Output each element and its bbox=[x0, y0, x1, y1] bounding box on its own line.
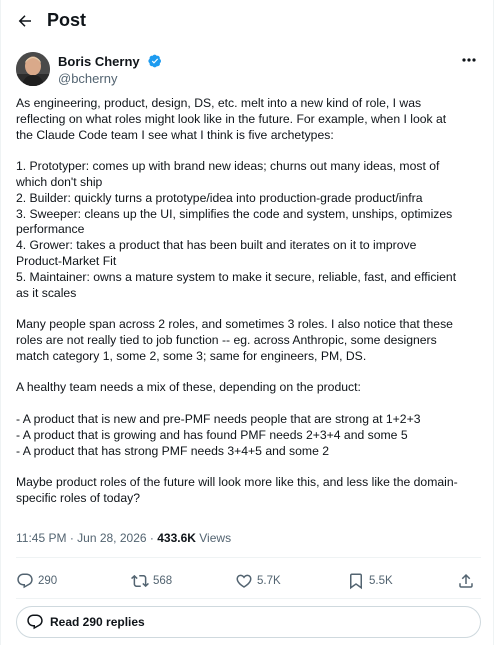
post-text-line: reflecting on what roles might look like… bbox=[16, 111, 447, 126]
post-author: Boris Cherny @bcherny bbox=[16, 52, 481, 92]
post-text-line: 3. Sweeper: cleans up the UI, simplifies… bbox=[16, 206, 453, 221]
repost-icon bbox=[131, 574, 149, 588]
post-text-line: - A product that has strong PMF needs 3+… bbox=[16, 443, 330, 458]
post-date[interactable]: Jun 28, 2026 bbox=[77, 531, 146, 545]
read-replies-label: Read 290 replies bbox=[50, 615, 145, 629]
post-text: As engineering, product, design, DS, etc… bbox=[16, 96, 483, 507]
divider bbox=[16, 557, 481, 558]
back-button[interactable] bbox=[13, 9, 37, 33]
avatar[interactable] bbox=[16, 52, 50, 86]
bookmark-button[interactable]: 5.5K bbox=[347, 567, 393, 595]
post-text-line: match category 1, some 2, some 3; same f… bbox=[16, 348, 367, 363]
bookmark-icon bbox=[350, 573, 362, 590]
post-text-line: Maybe product roles of the future will l… bbox=[16, 475, 458, 490]
views-label: Views bbox=[195, 531, 232, 545]
post-text-line: 2. Builder: quickly turns a prototype/id… bbox=[16, 190, 423, 205]
post-text-line: 4. Grower: takes a product that has been… bbox=[16, 238, 417, 253]
page-header: Post bbox=[1, 0, 494, 44]
views-count: 433.6K bbox=[157, 531, 196, 545]
reply-button[interactable]: 290 bbox=[16, 567, 57, 595]
post-text-line: performance bbox=[16, 222, 85, 237]
post-page: Post Boris Cherny @bcherny As engineerin… bbox=[0, 0, 494, 645]
post-text-line: - A product that is new and pre-PMF need… bbox=[16, 411, 421, 426]
post-text-line: Many people span across 2 roles, and som… bbox=[16, 317, 453, 332]
post-metadata: 11:45 PM · Jun 28, 2026 · 433.6K Views bbox=[16, 531, 231, 545]
author-name[interactable]: Boris Cherny bbox=[58, 54, 140, 69]
reply-count: 290 bbox=[38, 575, 58, 587]
post-text-line: which don't ship bbox=[16, 174, 103, 189]
page-title: Post bbox=[47, 10, 87, 30]
reply-icon bbox=[17, 573, 33, 589]
post-text-line: - A product that is growing and has foun… bbox=[16, 427, 408, 442]
divider bbox=[16, 598, 481, 599]
bookmark-count: 5.5K bbox=[369, 575, 393, 587]
arrow-left-icon bbox=[18, 15, 31, 27]
repost-count: 568 bbox=[153, 575, 173, 587]
post-text-line: As engineering, product, design, DS, etc… bbox=[16, 96, 422, 110]
more-options-button[interactable] bbox=[459, 52, 479, 68]
action-bar: 290 568 5.7K 5.5K bbox=[16, 567, 481, 595]
like-button[interactable]: 5.7K bbox=[235, 567, 281, 595]
like-count: 5.7K bbox=[257, 575, 281, 587]
post-text-line: Product-Market Fit bbox=[16, 253, 117, 268]
repost-button[interactable]: 568 bbox=[131, 567, 172, 595]
heart-icon bbox=[236, 574, 252, 588]
reply-bubble-icon bbox=[27, 614, 43, 630]
read-replies-button[interactable]: Read 290 replies bbox=[16, 606, 481, 638]
share-icon bbox=[459, 573, 473, 588]
meta-separator: · bbox=[66, 531, 78, 545]
author-handle[interactable]: @bcherny bbox=[58, 71, 117, 86]
post-text-line: the Claude Code team I see what I think … bbox=[16, 127, 334, 142]
post-text-line: 5. Maintainer: owns a mature system to m… bbox=[16, 269, 457, 284]
verified-badge-icon bbox=[148, 54, 161, 68]
post-text-line: roles are not really tied to job functio… bbox=[16, 332, 437, 347]
avatar-image bbox=[16, 52, 50, 86]
meta-separator: · bbox=[146, 531, 158, 545]
post-text-line: A healthy team needs a mix of these, dep… bbox=[16, 380, 361, 395]
post-time[interactable]: 11:45 PM bbox=[16, 531, 66, 545]
post-text-line: as it scales bbox=[16, 285, 77, 300]
share-button[interactable] bbox=[457, 567, 475, 595]
more-horizontal-icon bbox=[462, 58, 476, 62]
post-text-line: 1. Prototyper: comes up with brand new i… bbox=[16, 159, 440, 174]
post-text-line: specific roles of today? bbox=[16, 490, 140, 505]
